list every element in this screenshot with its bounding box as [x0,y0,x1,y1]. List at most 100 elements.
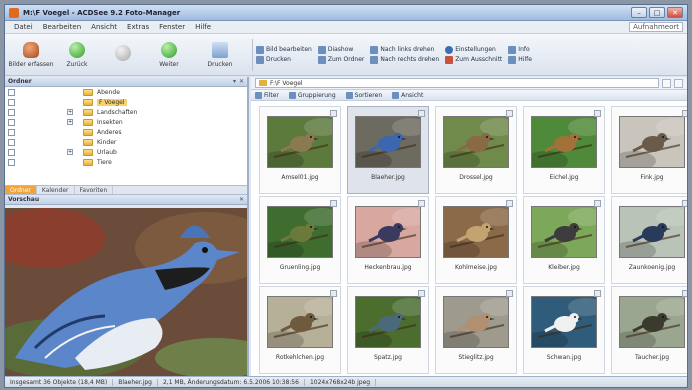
folder-checkbox[interactable] [8,158,15,166]
pin-icon[interactable]: ▾ [233,78,236,85]
filter-button[interactable]: Filter [255,91,279,99]
stop-button[interactable] [101,36,145,74]
thumbnail-checkbox[interactable] [330,200,337,207]
thumbnail-image [619,116,685,168]
menu-tools[interactable]: Extras [122,23,154,31]
thumbnail-checkbox[interactable] [418,110,425,117]
path-go-button[interactable] [662,78,671,88]
thumbnail-item[interactable]: Zaunkoenig.jpg [611,196,687,284]
thumbnail-item[interactable]: Gruenling.jpg [259,196,341,284]
thumbnail-item[interactable]: Eichel.jpg [523,106,605,194]
thumbnail-item[interactable]: Spatz.jpg [347,286,429,374]
folder-item[interactable]: F Voegel [5,97,247,107]
crop-button[interactable]: Zum Ausschnitt [445,55,502,64]
group-button[interactable]: Gruppierung [288,91,336,99]
tab-favorites[interactable]: Favoriten [75,186,114,194]
thumbnail-item[interactable]: Kohlmeise.jpg [435,196,517,284]
thumbnail-image [355,296,421,348]
thumbnail-checkbox[interactable] [418,200,425,207]
back-button[interactable]: Zurück [55,36,99,74]
folder-checkbox[interactable] [8,108,15,116]
folder-item[interactable]: Tiere [5,157,247,167]
thumbnail-item[interactable]: Blaeher.jpg [347,106,429,194]
thumbnail-checkbox[interactable] [506,290,513,297]
edit-image-button[interactable]: Bild bearbeiten [256,45,312,54]
thumbnail-item[interactable]: Rotkehlchen.jpg [259,286,341,374]
tab-folders[interactable]: Ordner [5,186,37,194]
thumbnail-checkbox[interactable] [330,290,337,297]
thumbnail-item[interactable]: Amsel01.jpg [259,106,341,194]
toolbar-small-group-2: Nach links drehen Einstellungen Nach rec… [370,45,502,64]
sort-button[interactable]: Sortieren [345,91,382,99]
thumbnail-item[interactable]: Stieglitz.jpg [435,286,517,374]
folder-checkbox[interactable] [8,88,15,96]
thumbnail-item[interactable]: Fink.jpg [611,106,687,194]
minimize-button[interactable]: – [631,7,647,18]
menu-window[interactable]: Fenster [154,23,190,31]
thumbnail-checkbox[interactable] [506,110,513,117]
folder-item[interactable]: + Urlaub [5,147,247,157]
folder-checkbox[interactable] [8,148,15,156]
menu-edit[interactable]: Bearbeiten [38,23,86,31]
thumbnail-checkbox[interactable] [594,290,601,297]
folder-name: Abende [97,88,120,96]
folder-name: Kinder [97,138,117,146]
thumbnail-checkbox[interactable] [506,200,513,207]
maximize-button[interactable]: □ [649,7,665,18]
thumbnail-checkbox[interactable] [418,290,425,297]
title-bar[interactable]: M:\F Voegel - ACDSee 9.2 Foto-Manager – … [5,5,687,21]
thumbnail-item[interactable]: Taucher.jpg [611,286,687,374]
thumbnail-checkbox[interactable] [682,110,687,117]
location-combo[interactable]: Aufnahmeort [629,22,683,32]
thumbnail-item[interactable]: Schwan.jpg [523,286,605,374]
goto-folder-button[interactable]: Zum Ordner [317,55,364,64]
folder-item[interactable]: Abende [5,87,247,97]
rotate-left-button[interactable]: Nach links drehen [370,45,439,54]
folder-checkbox[interactable] [8,138,15,146]
folder-checkbox[interactable] [8,128,15,136]
print-small-icon [256,55,264,64]
folder-item[interactable]: + Landschaften [5,107,247,117]
forward-button[interactable]: Weiter [147,36,191,74]
thumbnail-image [619,206,685,258]
menu-file[interactable]: Datei [9,23,38,31]
thumbnail-image [267,206,333,258]
menu-help[interactable]: Hilfe [190,23,216,31]
thumbnail-item[interactable]: Heckenbrau.jpg [347,196,429,284]
info-button[interactable]: Info [508,45,532,54]
close-preview-icon[interactable]: ✕ [239,196,244,203]
path-up-button[interactable] [674,78,683,88]
folder-item[interactable]: + Insekten [5,117,247,127]
thumbnail-item[interactable]: Kleiber.jpg [523,196,605,284]
settings-button[interactable]: Einstellungen [445,45,502,54]
file-list-pane: F:\F Voegel Filter Gruppierung Sortieren… [251,77,687,376]
window-title: M:\F Voegel - ACDSee 9.2 Foto-Manager [23,8,181,17]
thumbnail-checkbox[interactable] [682,290,687,297]
print-button[interactable]: Drucken [193,36,247,74]
folder-path-icon [259,80,267,86]
close-panel-icon[interactable]: ✕ [239,78,244,85]
thumbnail-grid: Amsel01.jpg Blaeher.jpg Drossel.jpg Eichel.… [251,102,687,376]
folder-item[interactable]: Anderes [5,127,247,137]
help-button[interactable]: Hilfe [508,55,532,64]
slideshow-button[interactable]: Diashow [317,45,365,54]
thumbnail-checkbox[interactable] [594,110,601,117]
tab-calendar[interactable]: Kalender [37,186,75,194]
acquire-button[interactable]: Bilder erfassen [8,36,54,74]
menu-view[interactable]: Ansicht [86,23,122,31]
tree-expander-icon[interactable]: + [67,149,73,155]
path-input[interactable]: F:\F Voegel [255,78,659,88]
thumbnail-checkbox[interactable] [682,200,687,207]
print-small-button[interactable]: Drucken [256,55,312,64]
tree-expander-icon[interactable]: + [67,119,73,125]
thumbnail-checkbox[interactable] [594,200,601,207]
tree-expander-icon[interactable]: + [67,109,73,115]
folder-checkbox[interactable] [8,98,15,106]
view-button[interactable]: Ansicht [392,91,423,99]
folder-checkbox[interactable] [8,118,15,126]
rotate-right-button[interactable]: Nach rechts drehen [370,55,439,64]
close-button[interactable]: ✕ [667,7,683,18]
thumbnail-checkbox[interactable] [330,110,337,117]
thumbnail-item[interactable]: Drossel.jpg [435,106,517,194]
folder-item[interactable]: Kinder [5,137,247,147]
